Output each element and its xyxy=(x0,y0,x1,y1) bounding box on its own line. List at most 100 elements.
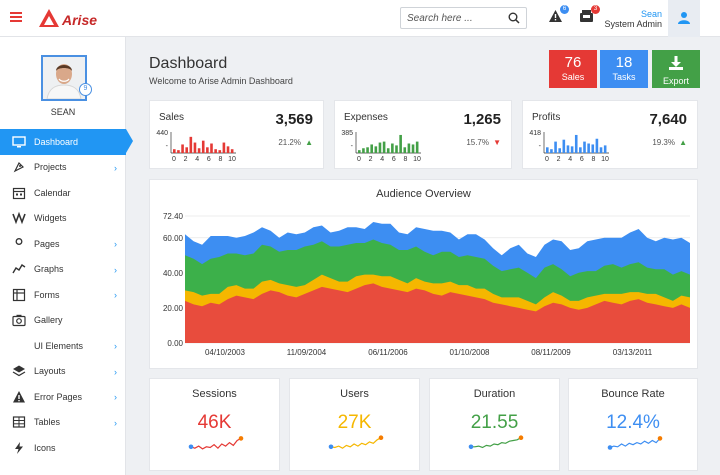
profile-photo xyxy=(43,57,85,99)
sidebar-item-label: Pages xyxy=(34,238,60,249)
y-max-label: 440 xyxy=(156,130,168,137)
user-icon xyxy=(12,237,26,251)
kpi-bar xyxy=(407,143,411,153)
sparkline-end-dot xyxy=(657,436,663,441)
sparkline-path xyxy=(471,437,522,449)
sidebar-item-label: Dashboard xyxy=(34,136,79,147)
sidebar-item-calendar[interactable]: Calendar xyxy=(0,180,126,206)
inbox-button[interactable]: 3 xyxy=(579,5,600,25)
search-input[interactable] xyxy=(407,11,507,26)
download-icon xyxy=(669,56,683,70)
export-button[interactable]: Export xyxy=(652,50,700,88)
kpi-bar xyxy=(566,145,570,153)
x-tick-label: 10 xyxy=(228,156,236,163)
alerts-badge: 6 xyxy=(560,5,569,14)
kpi-bar xyxy=(201,140,205,153)
users-value: 27K xyxy=(337,412,372,433)
x-tick-label: 8 xyxy=(591,156,595,163)
x-tick-label: 08/11/2009 xyxy=(531,348,571,357)
alerts-button[interactable]: 6 xyxy=(548,5,569,25)
sparkline-end-dot xyxy=(238,436,244,441)
kpi-bar xyxy=(193,142,197,153)
page-title: Dashboard xyxy=(149,55,228,72)
users-title: Users xyxy=(340,388,369,400)
bounce-rate-card: Bounce Rate 12.4% xyxy=(568,378,698,471)
sidebar-item-layouts[interactable]: Layouts › xyxy=(0,359,126,385)
x-tick-label: 06/11/2006 xyxy=(368,348,408,357)
sales-kpi-card: Sales 3,569 21.2% ▲ 440 -0 2 4 6 8 10 xyxy=(149,100,324,169)
chevron-right-icon: › xyxy=(114,366,117,377)
tasks-tile-label: Tasks xyxy=(612,72,636,82)
kpi-bar xyxy=(411,144,415,153)
sessions-value: 46K xyxy=(197,412,232,433)
y-tick-label: 60.00 xyxy=(163,234,184,243)
rocket-icon xyxy=(12,160,26,174)
expenses-kpi-percent: 15.7% xyxy=(466,138,489,147)
sidebar-item-projects[interactable]: Projects › xyxy=(0,155,126,181)
y-tick-label: 0.00 xyxy=(167,339,183,348)
sparkline-start-dot xyxy=(328,444,334,450)
sidebar-item-pages[interactable]: Pages › xyxy=(0,231,126,257)
kpi-bar xyxy=(222,142,226,153)
sales-bar-chart: 440 -0 2 4 6 8 10 xyxy=(156,130,236,163)
sparkline-start-dot xyxy=(607,445,613,450)
hamburger-icon[interactable] xyxy=(10,12,22,22)
x-tick-label: 8 xyxy=(403,156,407,163)
monitor-icon xyxy=(12,135,26,149)
kpi-bar xyxy=(550,149,553,153)
sidebar-item-gallery[interactable]: Gallery xyxy=(0,308,126,334)
profits-kpi-value: 7,640 xyxy=(649,111,687,128)
expenses-kpi-card: Expenses 1,265 15.7% ▼ 385 -0 2 4 6 8 10 xyxy=(334,100,512,169)
sidebar-item-label: Layouts xyxy=(34,366,66,377)
chevron-right-icon: › xyxy=(114,239,117,249)
kpi-bar xyxy=(382,141,386,153)
sparkline-start-dot xyxy=(468,444,474,450)
sales-tile[interactable]: 76 Sales xyxy=(549,50,597,88)
x-tick-label: 11/09/2004 xyxy=(287,348,327,357)
bolt-icon xyxy=(12,441,26,455)
kpi-bar xyxy=(206,147,209,153)
sidebar-item-label: Projects xyxy=(34,162,67,173)
brand-logo[interactable]: Arise xyxy=(38,8,98,30)
sidebar-item-label: Graphs xyxy=(34,264,64,275)
chevron-right-icon: › xyxy=(114,392,117,402)
x-tick-label: 8 xyxy=(218,156,222,163)
sidebar-item-error-pages[interactable]: Error Pages › xyxy=(0,384,126,410)
kpi-bar xyxy=(395,145,398,153)
profile-badge: 9 xyxy=(79,83,92,96)
duration-card: Duration 21.55 xyxy=(429,378,560,471)
sidebar-item-graphs[interactable]: Graphs › xyxy=(0,257,126,283)
profits-bar-chart: 418 -0 2 4 6 8 10 xyxy=(529,130,609,163)
search-icon[interactable] xyxy=(508,12,520,24)
x-tick-label: 6 xyxy=(580,156,584,163)
kpi-bar xyxy=(391,143,394,153)
x-tick-label: 10 xyxy=(413,156,421,163)
profits-kpi-percent: 19.3% xyxy=(652,138,675,147)
y-mid-label: - xyxy=(539,143,542,150)
kpi-bar xyxy=(595,138,599,153)
profits-kpi-card: Profits 7,640 19.3% ▲ 418 -0 2 4 6 8 10 xyxy=(522,100,698,169)
sales-kpi-percent: 21.2% xyxy=(278,138,301,147)
x-tick-label: 0 xyxy=(172,156,176,163)
kpi-bar xyxy=(218,150,222,153)
chart-title: Audience Overview xyxy=(376,188,471,200)
x-tick-label: 03/13/2011 xyxy=(613,348,653,357)
duration-value: 21.55 xyxy=(470,412,519,433)
tasks-tile[interactable]: 18 Tasks xyxy=(600,50,648,88)
sparkline-end-dot xyxy=(378,435,384,440)
kpi-bar xyxy=(189,136,193,153)
x-tick-label: 2 xyxy=(369,156,373,163)
user-name[interactable]: Sean xyxy=(641,9,662,19)
graph-icon xyxy=(12,262,26,276)
kpi-bar xyxy=(399,134,402,153)
sidebar-item-ui-elements[interactable]: UI Elements › xyxy=(0,333,126,359)
x-tick-label: 4 xyxy=(380,156,384,163)
sidebar-item-widgets[interactable]: Widgets xyxy=(0,206,126,232)
sidebar-item-icons[interactable]: Icons xyxy=(0,435,126,461)
sidebar-item-forms[interactable]: Forms › xyxy=(0,282,126,308)
sidebar-item-dashboard[interactable]: Dashboard xyxy=(0,129,133,155)
user-menu-button[interactable] xyxy=(668,0,700,37)
y-mid-label: - xyxy=(166,143,169,150)
kpi-bar xyxy=(562,139,566,153)
sidebar-item-tables[interactable]: Tables › xyxy=(0,410,126,436)
